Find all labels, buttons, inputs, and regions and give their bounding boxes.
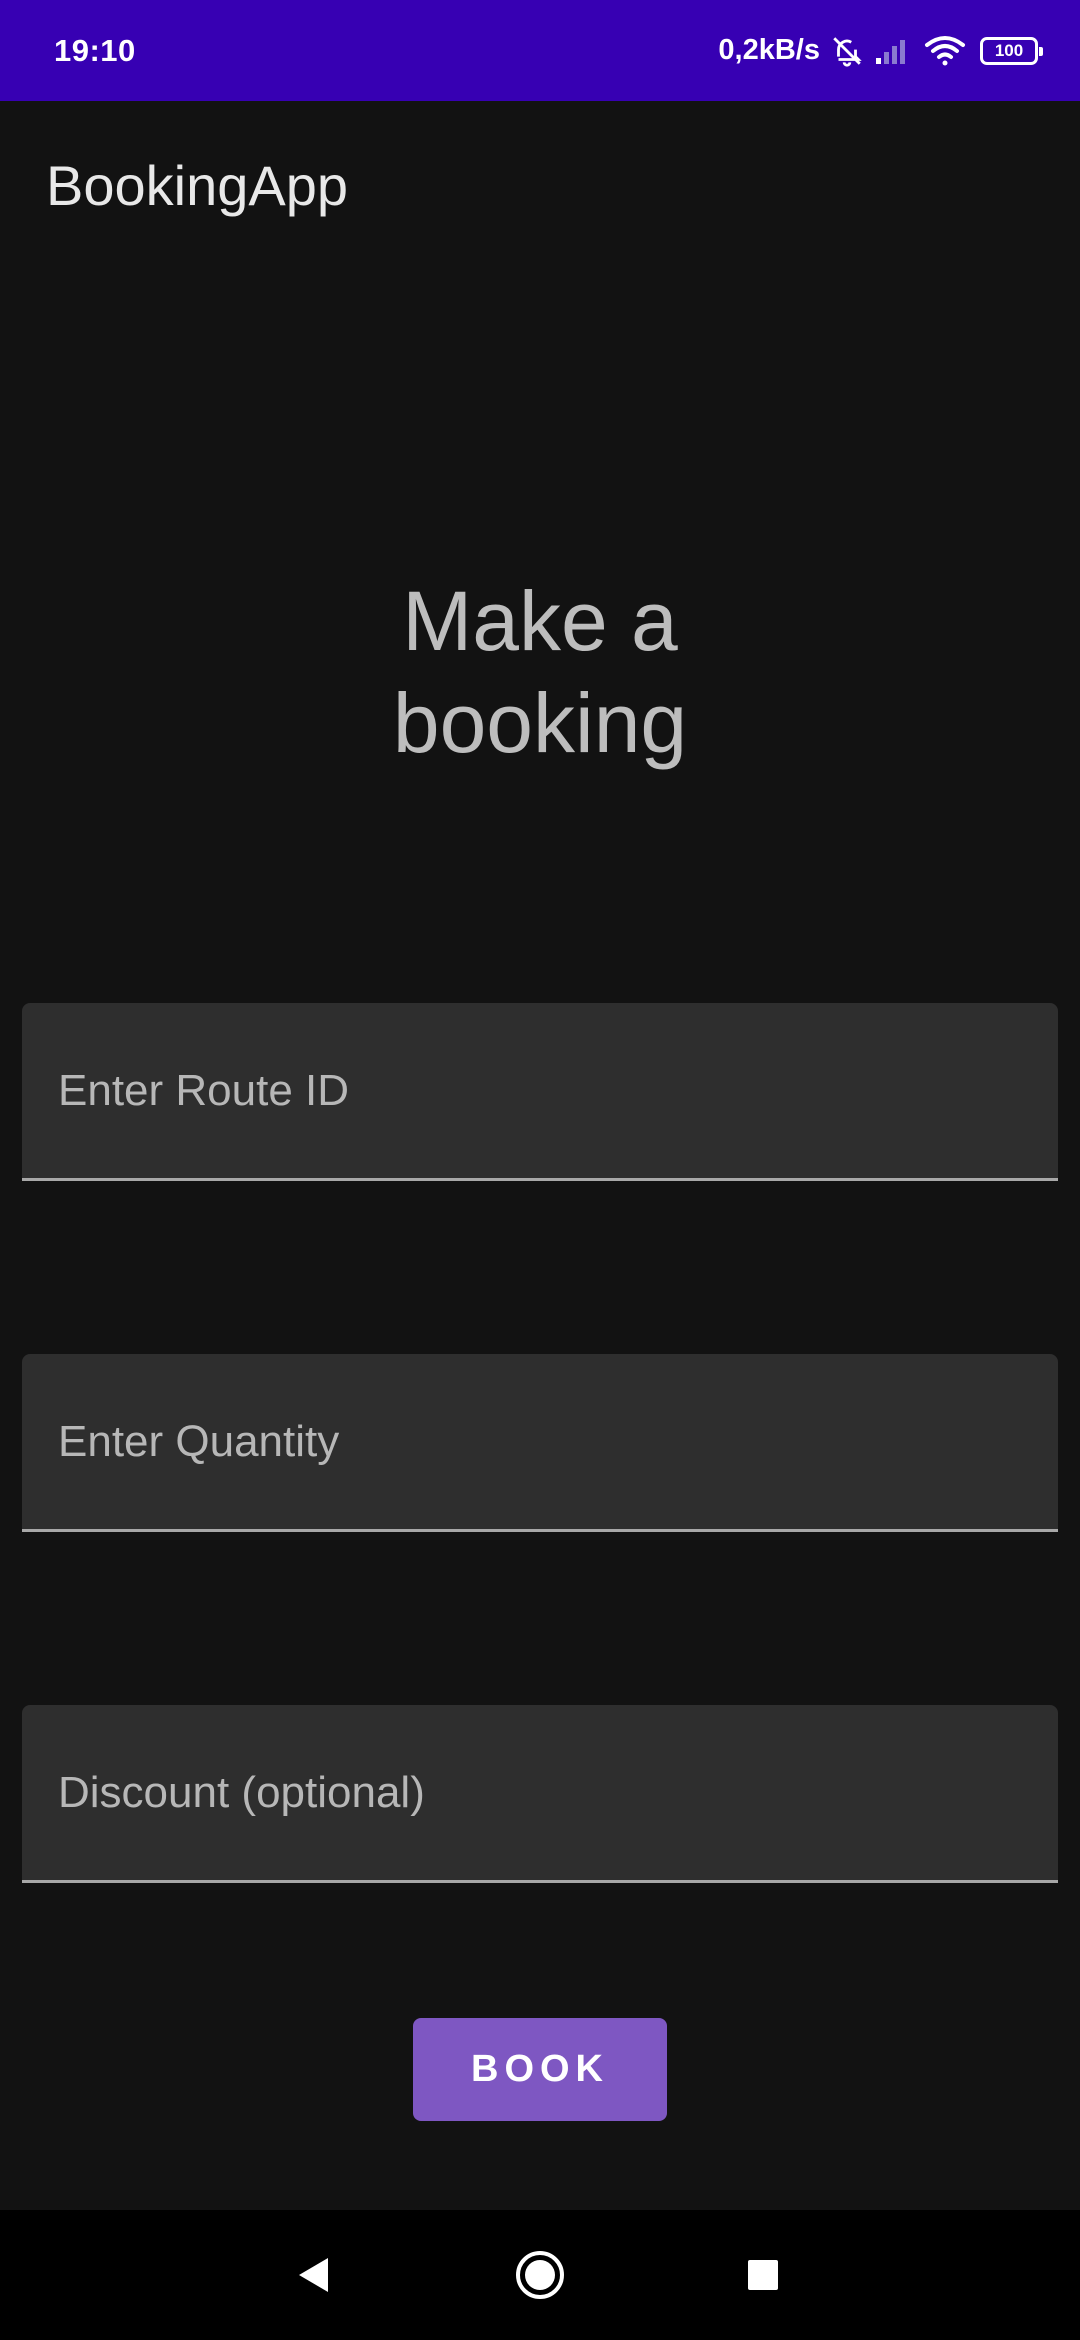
status-icons: 0,2kB/s 100 xyxy=(718,34,1043,68)
recents-button[interactable] xyxy=(703,2210,823,2340)
app-bar: BookingApp xyxy=(0,101,1080,269)
discount-field[interactable] xyxy=(22,1705,1058,1883)
quantity-input[interactable] xyxy=(58,1416,1058,1467)
wifi-icon xyxy=(924,35,966,67)
discount-input[interactable] xyxy=(58,1767,1058,1818)
home-button[interactable] xyxy=(480,2210,600,2340)
heading-line-2: booking xyxy=(392,676,688,770)
status-time: 19:10 xyxy=(54,32,136,68)
home-icon xyxy=(516,2251,564,2299)
book-button[interactable]: BOOK xyxy=(413,2018,667,2121)
quantity-field[interactable] xyxy=(22,1354,1058,1532)
recents-icon xyxy=(748,2260,778,2290)
navigation-bar xyxy=(0,2210,1080,2340)
battery-level: 100 xyxy=(994,40,1024,60)
mute-bell-icon xyxy=(830,34,864,68)
heading-line-1: Make a xyxy=(402,574,678,668)
page-heading: Make a booking xyxy=(0,570,1080,774)
network-speed: 0,2kB/s xyxy=(718,34,820,66)
signal-icon xyxy=(874,36,914,66)
screen: 19:10 0,2kB/s 100 BookingApp Make a book… xyxy=(0,0,1080,2340)
route-id-field[interactable] xyxy=(22,1003,1058,1181)
battery-icon: 100 xyxy=(980,36,1043,65)
app-title: BookingApp xyxy=(46,153,349,217)
route-id-input[interactable] xyxy=(58,1065,1058,1116)
back-icon xyxy=(299,2258,328,2292)
status-bar: 19:10 0,2kB/s 100 xyxy=(0,0,1080,101)
back-button[interactable] xyxy=(254,2210,374,2340)
